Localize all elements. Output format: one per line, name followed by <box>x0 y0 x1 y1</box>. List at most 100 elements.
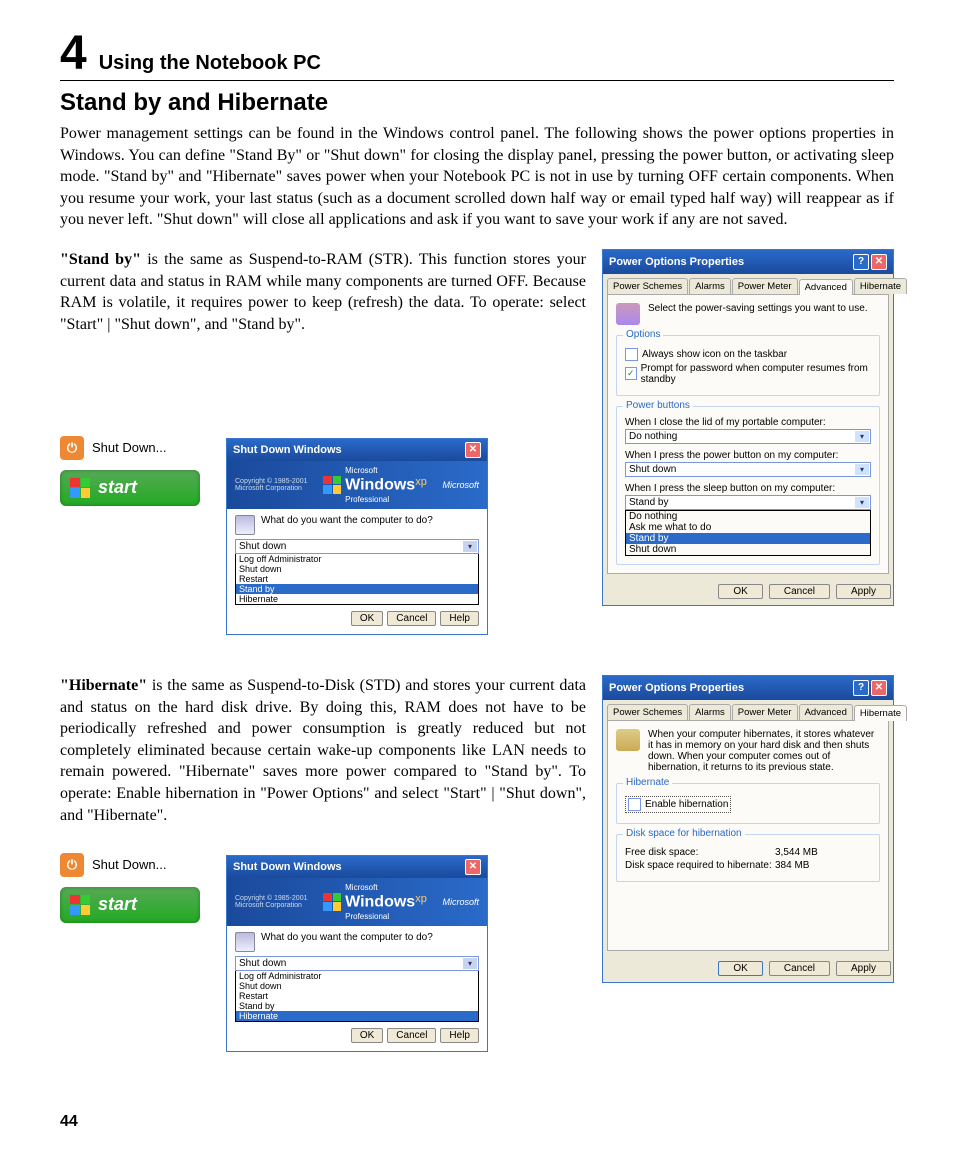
help-button[interactable]: Help <box>440 611 479 626</box>
tab-advanced[interactable]: Advanced <box>799 704 853 720</box>
tab-advanced[interactable]: Advanced <box>799 279 853 295</box>
shutdown-window: Shut Down Windows ✕ Copyright © 1985-200… <box>226 438 488 635</box>
combo-option[interactable]: Stand by <box>236 1001 478 1011</box>
cancel-button[interactable]: Cancel <box>387 611 436 626</box>
ok-button[interactable]: OK <box>351 611 383 626</box>
cancel-button[interactable]: Cancel <box>769 961 830 976</box>
chevron-down-icon: ▾ <box>855 497 869 508</box>
free-disk-value: 3,544 MB <box>775 847 818 858</box>
window-title: Shut Down Windows <box>233 861 342 873</box>
intro-paragraph: Power management settings can be found i… <box>60 123 894 231</box>
checkbox-enable-hibernate[interactable] <box>628 798 641 811</box>
start-label: start <box>98 477 137 498</box>
lid-dropdown[interactable]: Do nothing▾ <box>625 429 871 444</box>
pc-icon <box>235 515 255 535</box>
power-dropdown[interactable]: Shut down▾ <box>625 462 871 477</box>
close-icon[interactable]: ✕ <box>465 859 481 875</box>
chapter-title: Using the Notebook PC <box>99 52 321 75</box>
shutdown-label: Shut Down... <box>92 857 166 872</box>
tab-hibernate[interactable]: Hibernate <box>854 705 907 721</box>
tab-alarms[interactable]: Alarms <box>689 278 731 294</box>
windows-flag-icon <box>323 476 341 494</box>
chevron-down-icon: ▾ <box>463 958 477 969</box>
hibernate-lead: "Hibernate" <box>60 677 147 694</box>
shutdown-question: What do you want the computer to do? <box>261 932 433 943</box>
sleep-option[interactable]: Ask me what to do <box>626 522 870 533</box>
combo-option[interactable]: Restart <box>236 574 478 584</box>
shutdown-menu-item[interactable]: ⏻ Shut Down... <box>60 853 210 877</box>
sleep-dropdown[interactable]: Stand by▾ <box>625 495 871 510</box>
window-title: Power Options Properties <box>609 682 744 694</box>
combo-option[interactable]: Hibernate <box>236 1011 478 1021</box>
ok-button[interactable]: OK <box>718 961 762 976</box>
combo-option[interactable]: Log off Administrator <box>236 554 478 564</box>
pc-icon <box>235 932 255 952</box>
sleep-option[interactable]: Do nothing <box>626 511 870 522</box>
start-button[interactable]: start <box>60 470 200 506</box>
shutdown-combo-list[interactable]: Log off Administrator Shut down Restart … <box>235 971 479 1022</box>
drive-icon <box>616 729 640 751</box>
group-power-buttons: Power buttons <box>623 400 693 411</box>
start-button[interactable]: start <box>60 887 200 923</box>
advanced-intro: Select the power-saving settings you wan… <box>648 303 868 314</box>
shutdown-label: Shut Down... <box>92 440 166 455</box>
close-icon[interactable]: ✕ <box>871 254 887 270</box>
cancel-button[interactable]: Cancel <box>387 1028 436 1043</box>
cancel-button[interactable]: Cancel <box>769 584 830 599</box>
combo-option[interactable]: Hibernate <box>236 594 478 604</box>
tab-power-schemes[interactable]: Power Schemes <box>607 278 688 294</box>
page-number: 44 <box>60 1113 78 1131</box>
combo-option[interactable]: Restart <box>236 991 478 1001</box>
tab-power-schemes[interactable]: Power Schemes <box>607 704 688 720</box>
close-icon[interactable]: ✕ <box>465 442 481 458</box>
tab-power-meter[interactable]: Power Meter <box>732 704 798 720</box>
shutdown-menu-item[interactable]: ⏻ Shut Down... <box>60 436 210 460</box>
window-title: Shut Down Windows <box>233 444 342 456</box>
section-title: Stand by and Hibernate <box>60 89 894 117</box>
chapter-header: 4 Using the Notebook PC <box>60 30 894 81</box>
copyright-text: Copyright © 1985-2001 Microsoft Corporat… <box>235 478 307 492</box>
windows-wordmark: Windows <box>345 476 415 493</box>
checkbox-taskbar[interactable] <box>625 348 638 361</box>
tab-alarms[interactable]: Alarms <box>689 704 731 720</box>
tab-hibernate[interactable]: Hibernate <box>854 278 907 294</box>
label-enable-hibernate: Enable hibernation <box>645 799 728 810</box>
shutdown-combo[interactable]: Shut down▾ <box>235 539 479 554</box>
standby-paragraph: "Stand by" is the same as Suspend-to-RAM… <box>60 249 586 335</box>
combo-option[interactable]: Log off Administrator <box>236 971 478 981</box>
chevron-down-icon: ▾ <box>463 541 477 552</box>
tab-power-meter[interactable]: Power Meter <box>732 278 798 294</box>
help-icon[interactable]: ? <box>853 680 869 696</box>
combo-option[interactable]: Shut down <box>236 981 478 991</box>
ok-button[interactable]: OK <box>718 584 762 599</box>
close-icon[interactable]: ✕ <box>871 680 887 696</box>
ms-wordmark: Microsoft <box>442 897 479 907</box>
help-button[interactable]: Help <box>440 1028 479 1043</box>
ok-button[interactable]: OK <box>351 1028 383 1043</box>
windows-logo-icon <box>70 478 90 498</box>
lid-label: When I close the lid of my portable comp… <box>625 417 871 428</box>
shutdown-question: What do you want the computer to do? <box>261 515 433 526</box>
start-label: start <box>98 894 137 915</box>
power-options-advanced-window: Power Options Properties ? ✕ Power Schem… <box>602 249 894 606</box>
hibernate-intro: When your computer hibernates, it stores… <box>648 729 880 773</box>
combo-option[interactable]: Shut down <box>236 564 478 574</box>
apply-button[interactable]: Apply <box>836 584 891 599</box>
sleep-dropdown-list[interactable]: Do nothing Ask me what to do Stand by Sh… <box>625 510 871 556</box>
chevron-down-icon: ▾ <box>855 431 869 442</box>
checkbox-prompt[interactable]: ✓ <box>625 367 637 380</box>
help-icon[interactable]: ? <box>853 254 869 270</box>
power-icon: ⏻ <box>60 436 84 460</box>
chapter-number: 4 <box>60 30 87 78</box>
shutdown-combo-list[interactable]: Log off Administrator Shut down Restart … <box>235 554 479 605</box>
group-hibernate: Hibernate <box>623 777 672 788</box>
combo-option[interactable]: Stand by <box>236 584 478 594</box>
label-taskbar: Always show icon on the taskbar <box>642 349 787 360</box>
sleep-option[interactable]: Stand by <box>626 533 870 544</box>
sleep-option[interactable]: Shut down <box>626 544 870 555</box>
plug-icon <box>616 303 640 325</box>
windows-flag-icon <box>323 893 341 911</box>
apply-button[interactable]: Apply <box>836 961 891 976</box>
hibernate-paragraph: "Hibernate" is the same as Suspend-to-Di… <box>60 675 586 826</box>
shutdown-combo[interactable]: Shut down▾ <box>235 956 479 971</box>
